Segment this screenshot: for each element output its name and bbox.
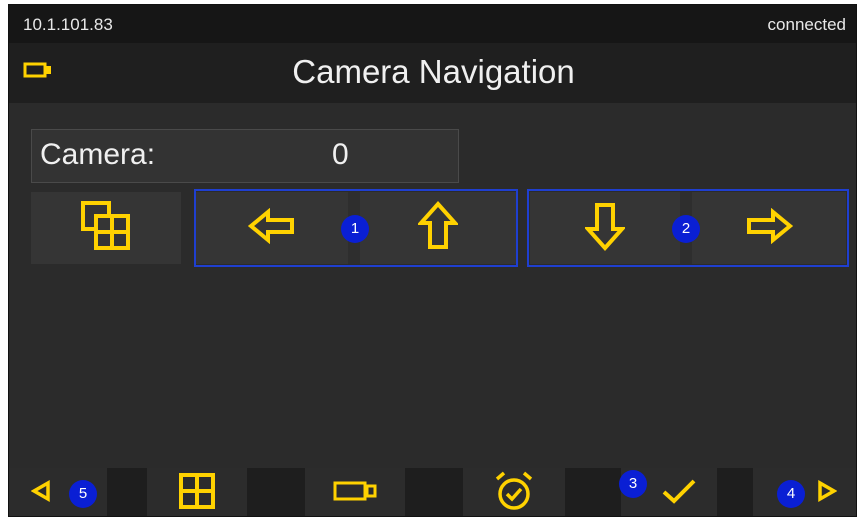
- badge-3: 3: [619, 470, 647, 498]
- nav-grid-button[interactable]: [147, 468, 247, 516]
- alarm-clock-icon: [493, 470, 535, 517]
- badge-4: 4: [777, 480, 805, 508]
- page-title: Camera Navigation: [292, 53, 575, 90]
- title-bar: Camera Navigation: [9, 43, 856, 103]
- nav-next-button[interactable]: [753, 468, 856, 516]
- ip-address: 10.1.101.83: [23, 15, 113, 34]
- camera-field: Camera: 0: [31, 129, 459, 183]
- device-screen: 10.1.101.83 connected Camera Navigation …: [8, 4, 857, 517]
- nav-camera-button[interactable]: [305, 468, 405, 516]
- triangle-left-icon: [30, 479, 51, 507]
- multiview-button[interactable]: [31, 192, 181, 264]
- triangle-right-icon: [817, 479, 838, 507]
- camera-value: 0: [332, 138, 349, 171]
- badge-2: 2: [672, 215, 700, 243]
- camera-label: Camera:: [40, 138, 156, 171]
- connection-status: connected: [767, 15, 846, 34]
- nav-alarm-button[interactable]: [463, 468, 565, 517]
- bottom-nav: 5 3 4: [9, 468, 856, 517]
- status-bar: 10.1.101.83 connected: [9, 5, 856, 43]
- checkmark-icon: [661, 477, 697, 510]
- frame: 10.1.101.83 connected Camera Navigation …: [0, 0, 863, 521]
- badge-5: 5: [69, 480, 97, 508]
- camera-icon: [333, 479, 377, 508]
- badge-1: 1: [341, 215, 369, 243]
- grid-icon: [179, 472, 215, 514]
- multiview-icon: [80, 200, 132, 257]
